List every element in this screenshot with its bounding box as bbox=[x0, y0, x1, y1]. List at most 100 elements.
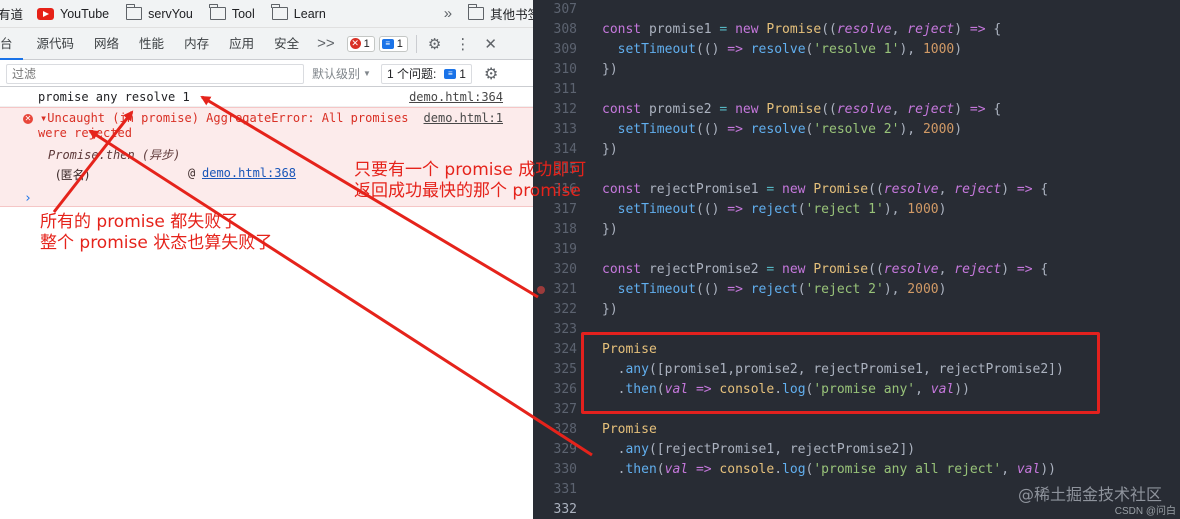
line-number: 325 bbox=[553, 362, 577, 377]
devtools-pane: 有道 YouTube servYou Tool Learn » 其他书签 台 源… bbox=[0, 0, 533, 519]
stack-frame-at: @ bbox=[188, 166, 196, 180]
settings-gear-icon[interactable]: ⚙ bbox=[421, 35, 448, 53]
tab-application[interactable]: 应用 bbox=[219, 28, 264, 60]
bookmark-label: YouTube bbox=[60, 6, 110, 21]
line-number: 311 bbox=[553, 82, 577, 97]
code-line-329: .any([rejectPromise1, rejectPromise2]) bbox=[602, 442, 916, 457]
line-number: 309 bbox=[553, 42, 577, 57]
stack-frame-async: Promise.then (异步) bbox=[48, 148, 181, 162]
line-number: 328 bbox=[553, 422, 577, 437]
stack-frame-link[interactable]: demo.html:368 bbox=[202, 166, 296, 180]
devtools-tabbar: 台 源代码 网络 性能 内存 应用 安全 >> ✕ 1 ≡ 1 ⚙ ⋮ ✕ bbox=[0, 28, 533, 60]
folder-icon bbox=[125, 4, 143, 20]
issues-count: 1 bbox=[459, 66, 466, 81]
issues-label: 1 个问题: bbox=[386, 67, 437, 81]
code-line-308: const promise1 = new Promise((resolve, r… bbox=[602, 22, 1002, 37]
line-number: 330 bbox=[553, 462, 577, 477]
filter-input[interactable] bbox=[6, 63, 304, 84]
message-count-badge[interactable]: ≡ 1 bbox=[378, 35, 408, 52]
message-icon: ≡ bbox=[444, 68, 457, 79]
bookmark-other-folder[interactable]: 其他书签 bbox=[467, 0, 533, 28]
code-line-312: const promise2 = new Promise((resolve, r… bbox=[602, 102, 1002, 117]
line-number: 312 bbox=[553, 102, 577, 117]
close-icon[interactable]: ✕ bbox=[477, 35, 504, 53]
bookmark-label: servYou bbox=[148, 6, 193, 21]
annotation-success-line-1: 只要有一个 promise 成功即可 bbox=[354, 160, 587, 180]
message-icon: ≡ bbox=[381, 38, 394, 49]
log-levels-label: 默认级别 bbox=[312, 67, 361, 81]
tab-console[interactable]: 台 bbox=[0, 28, 23, 60]
line-number: 313 bbox=[553, 122, 577, 137]
console-prompt[interactable]: › bbox=[24, 191, 32, 206]
bookmark-servyou[interactable]: servYou bbox=[125, 0, 193, 28]
csdn-credit: CSDN @问白 bbox=[1114, 506, 1176, 517]
error-message[interactable]: ▾Uncaught (in promise) AggregateError: A… bbox=[40, 111, 408, 125]
line-number: 327 bbox=[553, 402, 577, 417]
chevron-double-right-icon: » bbox=[443, 5, 453, 22]
tab-network[interactable]: 网络 bbox=[84, 28, 129, 60]
line-number: 319 bbox=[553, 242, 577, 257]
code-line-318: }) bbox=[602, 222, 618, 237]
code-line-310: }) bbox=[602, 62, 618, 77]
bookmark-youdao[interactable]: 有道 bbox=[0, 0, 23, 28]
breakpoint-marker[interactable] bbox=[537, 286, 545, 294]
code-line-316: const rejectPromise1 = new Promise((reso… bbox=[602, 182, 1049, 197]
line-number: 332 bbox=[553, 502, 577, 517]
error-icon: ✕ bbox=[23, 114, 33, 124]
source-link[interactable]: demo.html:364 bbox=[409, 90, 503, 104]
annotation-fail-line-1: 所有的 promise 都失败了 bbox=[40, 212, 239, 232]
more-options-icon[interactable]: ⋮ bbox=[448, 35, 477, 53]
line-number: 326 bbox=[553, 382, 577, 397]
tab-sources[interactable]: 源代码 bbox=[23, 28, 85, 60]
bookmark-label: 有道 bbox=[0, 8, 24, 22]
line-number: 307 bbox=[553, 2, 577, 17]
tab-memory[interactable]: 内存 bbox=[174, 28, 219, 60]
line-number: 308 bbox=[553, 22, 577, 37]
bookmark-label: Learn bbox=[293, 6, 326, 21]
code-line-309: setTimeout(() => resolve('resolve 1'), 1… bbox=[617, 42, 963, 57]
line-number: 310 bbox=[553, 62, 577, 77]
issues-button[interactable]: 1 个问题: ≡ 1 bbox=[380, 63, 472, 84]
code-line-314: }) bbox=[602, 142, 618, 157]
error-count-badge[interactable]: ✕ 1 bbox=[346, 35, 375, 52]
code-line-330: .then(val => console.log('promise any al… bbox=[602, 462, 1056, 477]
line-number: 320 bbox=[553, 262, 577, 277]
more-tabs-button[interactable]: >> bbox=[309, 35, 343, 52]
folder-icon bbox=[271, 4, 288, 20]
line-number: 318 bbox=[553, 222, 577, 237]
console-filter-bar: 默认级别 ▼ 1 个问题: ≡ 1 ⚙ bbox=[0, 61, 533, 87]
line-number: 314 bbox=[553, 142, 577, 157]
line-number: 331 bbox=[553, 482, 577, 497]
console-settings-gear-icon[interactable]: ⚙ bbox=[484, 64, 498, 84]
bookmark-label: Tool bbox=[231, 6, 255, 21]
dropdown-arrow-icon: ▼ bbox=[363, 69, 371, 78]
code-line-313: setTimeout(() => resolve('resolve 2'), 2… bbox=[617, 122, 963, 137]
console-output: promise any resolve 1 demo.html:364 ✕ ▾U… bbox=[0, 87, 533, 519]
line-number: 322 bbox=[553, 302, 577, 317]
log-levels-dropdown[interactable]: 默认级别 ▼ bbox=[312, 65, 371, 82]
log-message: promise any resolve 1 bbox=[38, 90, 190, 104]
code-editor[interactable]: 307 308 309 310 311 312 313 314 315 316 317 318 319 3… bbox=[533, 0, 1180, 519]
folder-icon bbox=[467, 4, 485, 20]
error-count: 1 bbox=[363, 37, 370, 50]
annotation-success-line-2: 返回成功最快的那个 promise bbox=[354, 181, 581, 201]
code-line-321: setTimeout(() => reject('reject 2'), 200… bbox=[617, 282, 947, 297]
bookmark-label: 其他书签 bbox=[490, 8, 533, 22]
tab-performance[interactable]: 性能 bbox=[129, 28, 174, 60]
code-line-322: }) bbox=[602, 302, 618, 317]
bookmark-learn[interactable]: Learn bbox=[271, 0, 326, 28]
code-line-320: const rejectPromise2 = new Promise((reso… bbox=[602, 262, 1049, 277]
line-number: 324 bbox=[553, 342, 577, 357]
youtube-icon bbox=[37, 7, 55, 20]
bookmark-tool[interactable]: Tool bbox=[209, 0, 255, 28]
stack-frame-anonymous: (匿名) bbox=[56, 168, 90, 182]
annotation-fail-line-2: 整个 promise 状态也算失败了 bbox=[40, 233, 273, 253]
bookmark-youtube[interactable]: YouTube bbox=[37, 0, 109, 28]
error-icon: ✕ bbox=[349, 38, 361, 49]
toolbar-divider bbox=[415, 34, 417, 53]
bookmarks-overflow-button[interactable]: » bbox=[444, 0, 452, 28]
error-source-link[interactable]: demo.html:1 bbox=[424, 111, 503, 125]
highlight-box bbox=[581, 332, 1100, 414]
tab-security[interactable]: 安全 bbox=[264, 28, 309, 60]
folder-icon bbox=[209, 4, 226, 20]
